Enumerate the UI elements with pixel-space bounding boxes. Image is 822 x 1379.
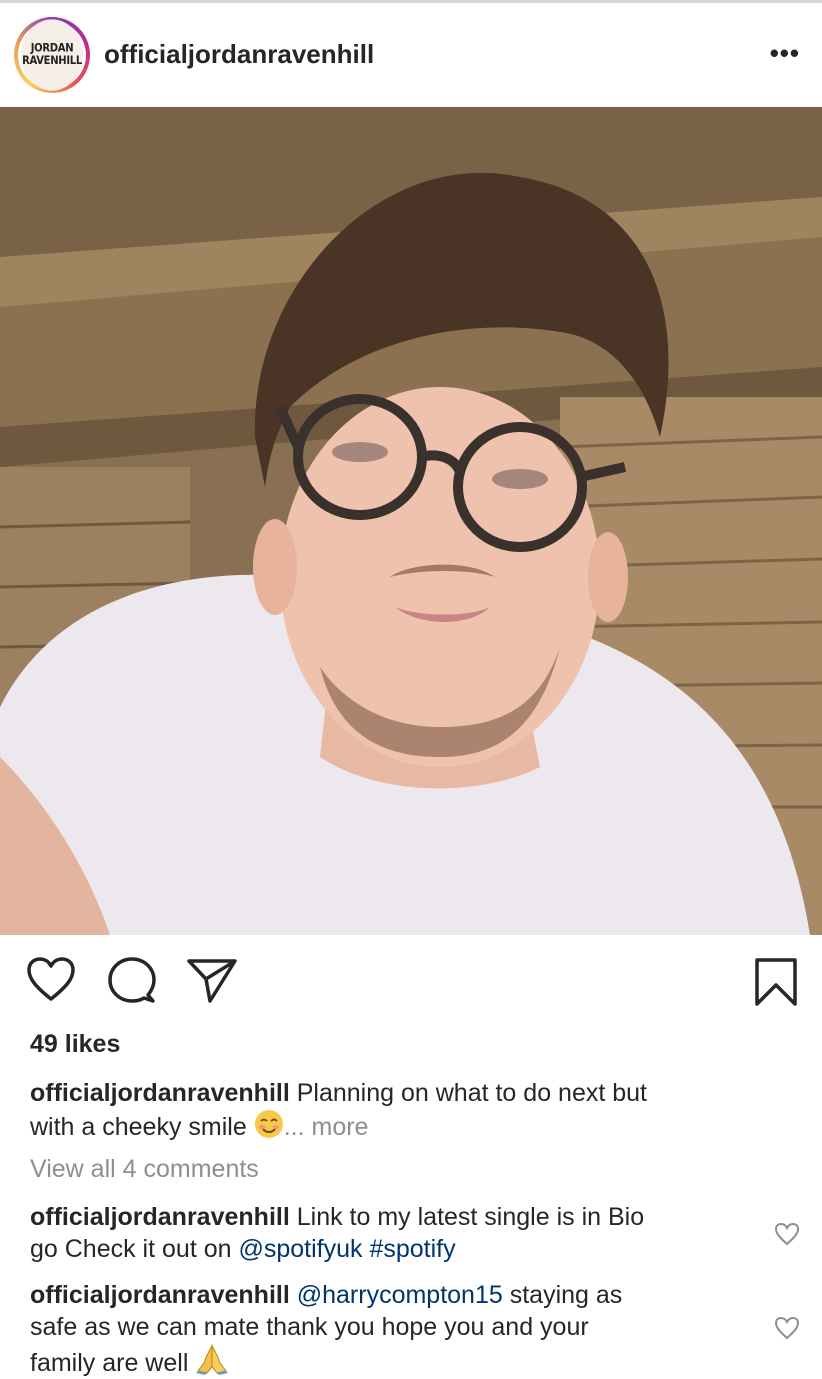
comment-like-heart-icon[interactable] (774, 1222, 800, 1246)
avatar[interactable]: JORDAN RAVENHILL (14, 17, 90, 93)
save-bookmark-icon[interactable] (754, 957, 798, 1007)
comment-author[interactable]: officialjordanravenhill (30, 1203, 290, 1231)
caption-text-line-2: with a cheeky smile (30, 1113, 247, 1141)
comment-author[interactable]: officialjordanravenhill (30, 1281, 290, 1309)
caption-ellipsis: ... (283, 1113, 305, 1141)
share-paper-plane-icon[interactable] (186, 957, 238, 1003)
comment-text: family are well (30, 1349, 189, 1377)
view-all-comments-link[interactable]: View all 4 comments (30, 1155, 259, 1184)
comment-item-2: officialjordanravenhill @harrycompton15 … (30, 1279, 750, 1379)
post-author-username[interactable]: officialjordanravenhill (104, 39, 374, 70)
like-heart-icon[interactable] (26, 957, 76, 1003)
comment-like-heart-icon[interactable] (774, 1316, 800, 1340)
avatar-logo-line-1: JORDAN (30, 42, 74, 55)
comment-text: go Check it out on (30, 1235, 232, 1263)
comment-text: safe as we can mate thank you hope you a… (30, 1313, 589, 1341)
post-actions (0, 957, 822, 1013)
folded-hands-icon (196, 1344, 229, 1375)
comment-mention-link[interactable]: @harrycompton15 (297, 1281, 503, 1309)
selfie-photo (0, 107, 822, 935)
avatar-logo: JORDAN RAVENHILL (21, 19, 83, 91)
comment-icon[interactable] (108, 957, 156, 1005)
comment-text: Link to my latest single is in Bio (296, 1203, 645, 1231)
caption-author[interactable]: officialjordanravenhill (30, 1079, 290, 1107)
more-options-button[interactable]: ••• (770, 40, 800, 66)
post-photo[interactable] (0, 107, 822, 935)
caption-text-line-1: Planning on what to do next but (296, 1079, 647, 1107)
comment-hashtag-link[interactable]: #spotify (369, 1235, 455, 1263)
caption-more-link[interactable]: more (312, 1113, 369, 1141)
likes-count[interactable]: 49 likes (30, 1030, 120, 1059)
post-caption: officialjordanravenhill Planning on what… (30, 1077, 770, 1143)
smiling-face-icon (254, 1110, 283, 1138)
post-header: JORDAN RAVENHILL officialjordanravenhill… (0, 3, 822, 107)
avatar-logo-line-2: RAVENHILL (22, 55, 82, 68)
comment-item-1: officialjordanravenhill Link to my lates… (30, 1201, 750, 1265)
comment-mention-link[interactable]: @spotifyuk (238, 1235, 362, 1263)
comment-text: staying as (509, 1281, 623, 1309)
